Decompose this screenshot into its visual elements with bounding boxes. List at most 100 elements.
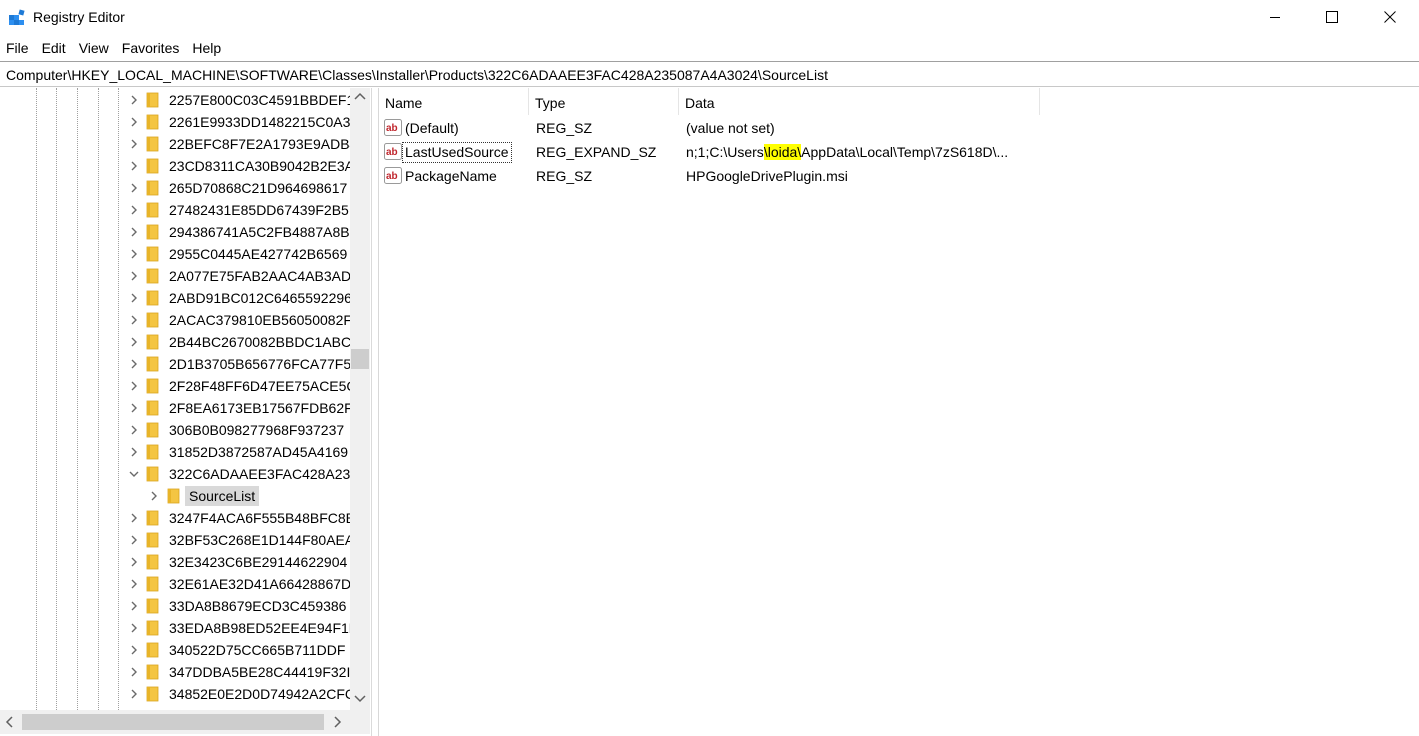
tree-horizontal-scrollbar[interactable] xyxy=(0,710,350,734)
tree-item[interactable]: 2ACAC379810EB56050082F xyxy=(0,309,350,331)
chevron-right-icon[interactable] xyxy=(127,159,141,173)
scroll-right-icon[interactable] xyxy=(333,715,343,729)
tree-item-label: 2A077E75FAB2AAC4AB3AD xyxy=(169,268,350,284)
column-header-name[interactable]: Name xyxy=(379,88,529,115)
value-row[interactable]: ab PackageName REG_SZ HPGoogleDrivePlugi… xyxy=(379,164,1379,188)
chevron-right-icon[interactable] xyxy=(127,687,141,701)
tree-item-label: 33EDA8B98ED52EE4E94F1E xyxy=(169,620,350,636)
tree-item-label: 31852D3872587AD45A4169 xyxy=(169,444,349,460)
chevron-right-icon[interactable] xyxy=(147,489,161,503)
column-header-data[interactable]: Data xyxy=(679,88,1040,115)
chevron-right-icon[interactable] xyxy=(127,445,141,459)
value-data: HPGoogleDrivePlugin.msi xyxy=(686,168,848,184)
tree-item[interactable]: 32E61AE32D41A66428867D xyxy=(0,573,350,595)
folder-icon xyxy=(146,400,159,416)
tree-item[interactable]: 27482431E85DD67439F2B5 xyxy=(0,199,350,221)
menu-edit[interactable]: Edit xyxy=(36,36,73,60)
tree-item[interactable]: 2261E9933DD1482215C0A3 xyxy=(0,111,350,133)
tree-vertical-scrollbar[interactable] xyxy=(350,88,370,710)
tree-item[interactable]: 2955C0445AE427742B6569 xyxy=(0,243,350,265)
key-tree-pane: 2257E800C03C4591BBDEF1 2261E9933DD1482215… xyxy=(0,88,372,736)
tree-item-label: 347DDBA5BE28C44419F32I xyxy=(169,664,350,680)
chevron-right-icon[interactable] xyxy=(127,401,141,415)
chevron-right-icon[interactable] xyxy=(127,599,141,613)
scroll-up-icon[interactable] xyxy=(353,91,367,101)
chevron-right-icon[interactable] xyxy=(127,379,141,393)
chevron-right-icon[interactable] xyxy=(127,269,141,283)
tree-item-selected[interactable]: SourceList xyxy=(0,485,350,507)
tree-item[interactable]: 33EDA8B98ED52EE4E94F1E xyxy=(0,617,350,639)
chevron-right-icon[interactable] xyxy=(127,621,141,635)
menu-file[interactable]: File xyxy=(0,36,36,60)
tree-item[interactable]: 306B0B098277968F937237 xyxy=(0,419,350,441)
menu-view[interactable]: View xyxy=(73,36,116,60)
column-header-type[interactable]: Type xyxy=(529,88,679,115)
tree-item[interactable]: 23CD8311CA30B9042B2E3A xyxy=(0,155,350,177)
scroll-down-icon[interactable] xyxy=(353,694,367,704)
chevron-right-icon[interactable] xyxy=(127,247,141,261)
close-button[interactable] xyxy=(1361,0,1419,34)
chevron-right-icon[interactable] xyxy=(127,203,141,217)
chevron-down-icon[interactable] xyxy=(127,467,141,481)
maximize-button[interactable] xyxy=(1303,0,1361,34)
chevron-right-icon[interactable] xyxy=(127,137,141,151)
scrollbar-corner xyxy=(350,710,370,734)
chevron-right-icon[interactable] xyxy=(127,357,141,371)
tree-item-label: 265D70868C21D964698617 xyxy=(169,180,348,196)
string-value-icon: ab xyxy=(384,143,402,160)
folder-icon xyxy=(146,290,159,306)
chevron-right-icon[interactable] xyxy=(127,335,141,349)
chevron-right-icon[interactable] xyxy=(127,665,141,679)
tree-item[interactable]: 34852E0E2D0D74942A2CFC xyxy=(0,683,350,705)
chevron-right-icon[interactable] xyxy=(127,93,141,107)
tree-item[interactable]: 2D1B3705B656776FCA77F5 xyxy=(0,353,350,375)
registry-editor-icon xyxy=(9,9,25,25)
tree-item[interactable]: 340522D75CC665B711DDF xyxy=(0,639,350,661)
tree-item[interactable]: 33DA8B8679ECD3C459386 xyxy=(0,595,350,617)
svg-text:ab: ab xyxy=(386,147,398,158)
chevron-right-icon[interactable] xyxy=(127,555,141,569)
folder-icon xyxy=(146,664,159,680)
folder-icon xyxy=(146,356,159,372)
chevron-right-icon[interactable] xyxy=(127,533,141,547)
tree-item-label: 2F8EA6173EB17567FDB62F xyxy=(169,400,350,416)
value-row[interactable]: ab (Default) REG_SZ (value not set) xyxy=(379,116,1379,140)
tree-item[interactable]: 2ABD91BC012C6465592296 xyxy=(0,287,350,309)
chevron-right-icon[interactable] xyxy=(127,577,141,591)
chevron-right-icon[interactable] xyxy=(127,643,141,657)
string-value-icon: ab xyxy=(384,119,402,136)
tree-item[interactable]: 31852D3872587AD45A4169 xyxy=(0,441,350,463)
tree-item[interactable]: 22BEFC8F7E2A1793E9ADB4 xyxy=(0,133,350,155)
tree-item[interactable]: 2B44BC2670082BBDC1ABC xyxy=(0,331,350,353)
tree-item[interactable]: 2257E800C03C4591BBDEF1 xyxy=(0,89,350,111)
tree-vertical-scroll-thumb[interactable] xyxy=(351,349,369,369)
tree-item[interactable]: 3247F4ACA6F555B48BFC8B xyxy=(0,507,350,529)
tree-item[interactable]: 32E3423C6BE29144622904 xyxy=(0,551,350,573)
chevron-right-icon[interactable] xyxy=(127,181,141,195)
tree-horizontal-scroll-thumb[interactable] xyxy=(22,714,324,730)
address-path[interactable]: Computer\HKEY_LOCAL_MACHINE\SOFTWARE\Cla… xyxy=(6,67,828,83)
tree-item[interactable]: 2F8EA6173EB17567FDB62F xyxy=(0,397,350,419)
minimize-button[interactable] xyxy=(1246,0,1304,34)
address-bar[interactable]: Computer\HKEY_LOCAL_MACHINE\SOFTWARE\Cla… xyxy=(0,61,1419,87)
tree-item[interactable]: 2F28F48FF6D47EE75ACE5C xyxy=(0,375,350,397)
value-name: PackageName xyxy=(405,168,497,184)
chevron-right-icon[interactable] xyxy=(127,225,141,239)
chevron-right-icon[interactable] xyxy=(127,313,141,327)
chevron-right-icon[interactable] xyxy=(127,291,141,305)
tree-item[interactable]: 265D70868C21D964698617 xyxy=(0,177,350,199)
tree-item[interactable]: 347DDBA5BE28C44419F32I xyxy=(0,661,350,683)
tree-item-label: 340522D75CC665B711DDF xyxy=(169,642,346,658)
tree-item[interactable]: 32BF53C268E1D144F80AEA xyxy=(0,529,350,551)
menu-favorites[interactable]: Favorites xyxy=(116,36,187,60)
value-row[interactable]: ab LastUsedSource REG_EXPAND_SZ n;1;C:\U… xyxy=(379,140,1379,164)
tree-item[interactable]: 322C6ADAAEE3FAC428A23 xyxy=(0,463,350,485)
chevron-right-icon[interactable] xyxy=(127,511,141,525)
chevron-right-icon[interactable] xyxy=(127,115,141,129)
scroll-left-icon[interactable] xyxy=(4,715,14,729)
tree-item-label: 32E61AE32D41A66428867D xyxy=(169,576,350,592)
tree-item[interactable]: 2A077E75FAB2AAC4AB3AD xyxy=(0,265,350,287)
menu-help[interactable]: Help xyxy=(186,36,228,60)
chevron-right-icon[interactable] xyxy=(127,423,141,437)
tree-item[interactable]: 294386741A5C2FB4887A8B xyxy=(0,221,350,243)
